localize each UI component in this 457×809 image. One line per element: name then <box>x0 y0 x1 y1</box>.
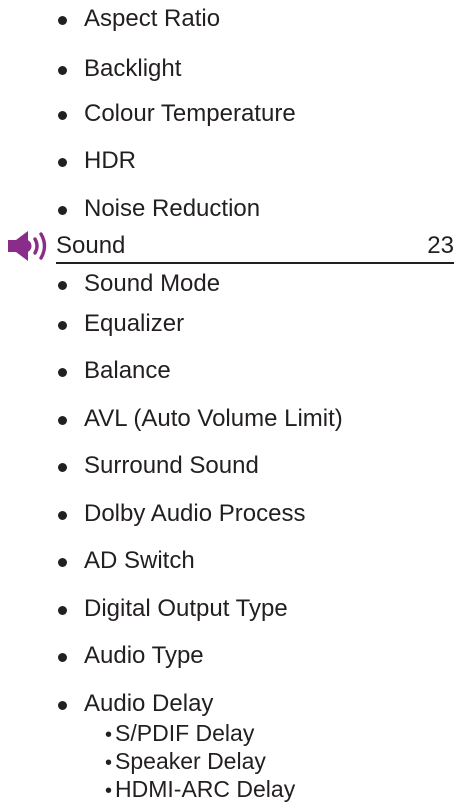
list-item-audio-delay: Audio Delay <box>57 690 214 717</box>
list-item-audio-type: Audio Type <box>58 642 204 669</box>
list-item-digital-output-type: Digital Output Type <box>58 595 288 622</box>
list-item-hdr: HDR <box>58 147 136 174</box>
list-item-ad-switch: AD Switch <box>58 547 195 574</box>
list-item-equalizer: Equalizer <box>57 310 185 337</box>
section-title: Sound <box>56 232 126 259</box>
sub-item-speaker-delay: • Speaker Delay <box>105 748 266 776</box>
list-item-noise-reduction: Noise Reduction <box>57 195 261 222</box>
sub-item-label: Speaker Delay <box>115 748 266 774</box>
list-item-avl: AVL (Auto Volume Limit) <box>58 405 343 432</box>
sub-item-label: S/PDIF Delay <box>115 720 255 746</box>
list-item-surround-sound: Surround Sound <box>58 452 259 479</box>
list-item-sound-mode: Sound Mode <box>57 270 221 297</box>
bullet: • <box>105 752 113 774</box>
list-item-dolby-audio-process: Dolby Audio Process <box>57 500 306 527</box>
section-heading-sound[interactable]: Sound 23 <box>56 232 454 264</box>
speaker-icon <box>8 231 47 261</box>
list-item-balance: Balance <box>58 357 171 384</box>
sub-item-spdif-delay: • S/PDIF Delay <box>105 720 254 748</box>
page-number: 23 <box>427 232 454 259</box>
list-item-backlight: Backlight <box>57 55 182 82</box>
list-item-colour-temperature: Colour Temperature <box>58 100 296 127</box>
sub-item-hdmi-arc-delay: • HDMI-ARC Delay <box>105 776 295 804</box>
bullet: • <box>105 780 113 802</box>
sub-item-label: HDMI-ARC Delay <box>115 776 296 802</box>
list-item-aspect-ratio: Aspect Ratio <box>57 5 221 32</box>
bullet: • <box>105 724 113 746</box>
